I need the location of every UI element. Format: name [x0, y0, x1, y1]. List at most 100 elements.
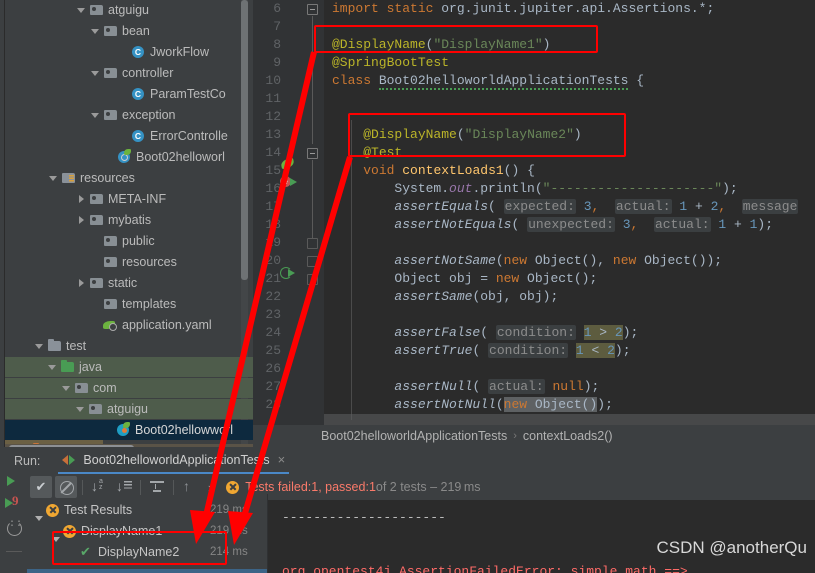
rerun-failed-icon[interactable] [4, 493, 24, 514]
code-line[interactable]: @DisplayName("DisplayName1") [332, 36, 550, 54]
tree-item[interactable]: ErrorControlle [6, 126, 247, 146]
chevron-right-icon[interactable] [76, 215, 87, 226]
code-editor[interactable]: 6 7 8 9 10 11 12 13 14 15 16 17 18 19 20 21 22 23 24 25 26 27… [253, 0, 815, 425]
code-line[interactable]: System.out.println("--------------------… [332, 180, 737, 198]
line-number: 17 [265, 199, 281, 214]
console-line: --------------------- [282, 510, 446, 525]
breadcrumb-method[interactable]: contextLoads2() [523, 429, 613, 443]
chevron-down-icon[interactable] [48, 173, 59, 184]
code-line[interactable]: assertNotSame(new Object(), new Object()… [332, 252, 722, 270]
tree-item[interactable]: resources [6, 252, 247, 272]
tree-item[interactable]: ParamTestCo [6, 84, 247, 104]
run-test-icon[interactable] [279, 264, 299, 280]
tree-item[interactable]: test [6, 336, 247, 356]
test-runner-toolbar[interactable]: » Tests failed: 1 , passed: 1 of 2 tests… [27, 474, 815, 500]
code-line[interactable]: @Test [332, 144, 402, 162]
code-line[interactable]: assertEquals( expected: 3, actual: 1 + 2… [332, 198, 799, 216]
code-line[interactable]: assertNotNull(new Object()); [332, 396, 613, 414]
code-line[interactable]: void contextLoads1() { [332, 162, 535, 180]
code-line[interactable]: @SpringBootTest [332, 54, 449, 72]
icon-detail [122, 428, 127, 433]
tree-item[interactable]: exception [6, 105, 247, 125]
tree-item[interactable]: templates [6, 294, 247, 314]
chevron-down-icon[interactable] [90, 110, 101, 121]
console-output[interactable]: --------------------- org.opentest4j.Asse… [268, 500, 815, 573]
code-line[interactable]: assertTrue( condition: 1 < 2); [332, 342, 631, 360]
run-test-failed-icon[interactable] [279, 174, 299, 190]
tree-item[interactable]: bean [6, 21, 247, 41]
code-line[interactable]: import static org.junit.jupiter.api.Asse… [332, 0, 714, 18]
tree-item[interactable]: static [6, 273, 247, 293]
chevron-down-icon[interactable] [75, 404, 86, 415]
toggle-auto-test-icon[interactable] [4, 518, 24, 538]
more-options-button[interactable]: » [208, 480, 215, 495]
tree-item[interactable]: public [6, 231, 247, 251]
chevron-down-icon[interactable] [90, 68, 101, 79]
code-line[interactable]: class Boot02helloworldApplicationTests { [332, 72, 644, 90]
expand-all-button[interactable] [146, 476, 168, 498]
tree-item[interactable]: Boot02helloworl [6, 147, 247, 167]
collapse-all-button[interactable] [179, 476, 201, 498]
tree-item[interactable]: com [5, 378, 253, 398]
fold-marker-icon[interactable] [307, 148, 318, 159]
line-number: 26 [265, 361, 281, 376]
test-results-tree[interactable]: Test Results219 msDisplayName1219 msDisp… [27, 500, 267, 573]
code-line[interactable]: Object obj = new Object(); [332, 270, 597, 288]
chevron-down-icon[interactable] [47, 362, 58, 373]
test-tree-row[interactable]: DisplayName2 214 ms [27, 542, 267, 562]
sort-by-duration-button[interactable] [113, 476, 135, 498]
chevron-right-icon[interactable] [76, 278, 87, 289]
tree-item[interactable]: mybatis [6, 210, 247, 230]
pkg-icon [89, 192, 104, 206]
tree-item[interactable]: atguigu [5, 399, 253, 419]
fold-marker-icon[interactable] [307, 256, 318, 267]
fold-region-line [312, 160, 313, 238]
chevron-down-icon[interactable] [76, 5, 87, 16]
test-tree-row[interactable]: Test Results 219 ms [27, 500, 267, 521]
watermark-label: CSDN @anotherQu [656, 538, 808, 557]
run-tab-active[interactable]: Boot02helloworldApplicationTests × [58, 447, 290, 474]
fold-marker-icon[interactable] [307, 274, 318, 285]
show-passed-toggle[interactable] [30, 476, 52, 498]
chevron-right-icon[interactable] [76, 194, 87, 205]
sort-alphabetically-button[interactable] [88, 476, 110, 498]
tree-item-label: atguigu [108, 3, 150, 17]
icon-detail [121, 154, 128, 161]
code-line[interactable]: assertSame(obj, obj); [332, 288, 558, 306]
breadcrumb-class[interactable]: Boot02helloworldApplicationTests [321, 429, 507, 443]
test-tree-row[interactable]: DisplayName1 219 ms [27, 521, 267, 542]
code-line[interactable]: assertNotEquals( unexpected: 3, actual: … [332, 216, 773, 234]
tree-item[interactable]: atguigu [6, 0, 247, 20]
code-line[interactable]: assertNull( actual: null); [332, 378, 599, 396]
chevron-down-icon[interactable] [34, 341, 45, 352]
chevron-down-icon[interactable] [90, 26, 101, 37]
tree-item-label: resources [122, 255, 177, 269]
tree-item[interactable]: META-INF [6, 189, 247, 209]
tree-item[interactable]: java [5, 357, 253, 377]
tree-item[interactable]: resources [6, 168, 247, 188]
show-ignored-toggle[interactable] [55, 476, 77, 498]
code-line[interactable]: assertFalse( condition: 1 > 2); [332, 324, 638, 342]
fold-marker-icon[interactable] [307, 238, 318, 249]
code-text-area[interactable]: import static org.junit.jupiter.api.Asse… [324, 0, 815, 425]
chevron-down-icon[interactable] [61, 383, 72, 394]
tree-item[interactable]: Boot02hellowworl [5, 420, 253, 440]
tree-item[interactable]: JworkFlow [6, 42, 247, 62]
editor-gutter[interactable]: 6 7 8 9 10 11 12 13 14 15 16 17 18 19 20 21 22 23 24 25 26 27… [253, 0, 324, 425]
tests-passed-count: 1 [368, 480, 376, 494]
project-tree-panel[interactable]: atguigu beanJworkFlow controller ParamTestC… [0, 0, 253, 450]
fold-marker-icon[interactable] [307, 4, 318, 15]
tree-item[interactable]: application.yaml [6, 315, 247, 335]
tree-item-label: application.yaml [122, 318, 212, 332]
run-panel-side-toolbar[interactable] [0, 474, 27, 573]
code-line[interactable]: @DisplayName("DisplayName2") [332, 126, 581, 144]
close-icon[interactable]: × [278, 453, 286, 466]
rerun-icon[interactable] [4, 472, 24, 492]
tree-item-label: ErrorControlle [150, 129, 228, 143]
tree-item[interactable]: controller [6, 63, 247, 83]
breadcrumb[interactable]: Boot02helloworldApplicationTests › conte… [253, 425, 815, 447]
